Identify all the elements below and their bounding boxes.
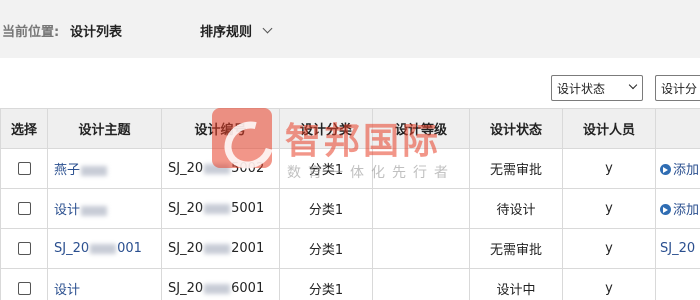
header-select: 选择: [0, 108, 48, 149]
header-actions: [655, 108, 700, 149]
person-cell: y: [562, 148, 656, 189]
sort-dropdown[interactable]: 排序规则: [200, 21, 273, 40]
category-select-value: 设计分: [661, 81, 698, 96]
arrow-right-circle-icon: [660, 164, 671, 175]
code-cell: SJ_20 6001: [161, 268, 280, 300]
category-select[interactable]: 设计分: [655, 75, 700, 101]
topic-link[interactable]: 设计: [54, 203, 80, 218]
list-panel: 设计状态 设计分 选择 设计主题 设计编号 设计分类 设计等级 设计状态 设计人…: [0, 58, 700, 300]
action-cell[interactable]: SJ_20: [655, 228, 700, 269]
person-cell: y: [562, 188, 656, 229]
topic-link[interactable]: 燕子: [54, 163, 80, 178]
code-prefix: SJ_20: [168, 201, 204, 216]
sort-label: 排序规则: [200, 25, 253, 40]
header-code[interactable]: 设计编号: [161, 108, 280, 149]
code-suffix: 2001: [231, 241, 265, 256]
level-cell: [372, 188, 470, 229]
category-cell: 分类1: [279, 268, 373, 300]
status-cell: 待设计: [469, 188, 563, 229]
table-row: SJ_20 001 SJ_20 2001 分类1 无需审批 y SJ_20: [0, 228, 700, 269]
row-checkbox[interactable]: [17, 162, 31, 175]
topic-suffix[interactable]: 001: [117, 241, 142, 256]
breadcrumb-current: 设计列表: [70, 25, 123, 40]
action-cell[interactable]: [655, 268, 700, 300]
redacted-text: [204, 243, 231, 254]
add-link[interactable]: 添加: [673, 203, 699, 218]
topic-cell: SJ_20 001: [47, 228, 162, 269]
category-cell: 分类1: [279, 228, 373, 269]
row-select-cell: [0, 148, 48, 189]
code-prefix: SJ_20: [168, 241, 204, 256]
status-cell: 设计中: [469, 268, 563, 300]
status-cell: 无需审批: [469, 148, 563, 189]
topic-cell: 燕子: [47, 148, 162, 189]
chevron-down-icon: [628, 80, 638, 90]
level-cell: [372, 148, 470, 189]
level-cell: [372, 228, 470, 269]
header-level[interactable]: 设计等级: [372, 108, 470, 149]
action-cell[interactable]: 添加: [655, 188, 700, 229]
category-cell: 分类1: [279, 148, 373, 189]
row-select-cell: [0, 188, 48, 229]
row-checkbox[interactable]: [17, 242, 31, 255]
redacted-text: [81, 205, 108, 216]
add-link[interactable]: 添加: [673, 163, 699, 178]
breadcrumb-label: 当前位置:: [2, 25, 60, 40]
status-cell: 无需审批: [469, 228, 563, 269]
status-select-value: 设计状态: [557, 81, 606, 96]
code-prefix: SJ_20: [168, 161, 204, 176]
redacted-text: [90, 243, 117, 254]
topic-link[interactable]: 设计: [54, 283, 80, 298]
header-category[interactable]: 设计分类: [279, 108, 373, 149]
redacted-text: [204, 203, 231, 214]
level-cell: [372, 268, 470, 300]
redacted-text: [81, 165, 108, 176]
row-select-cell: [0, 228, 48, 269]
code-cell: SJ_20 2001: [161, 228, 280, 269]
table-row: 燕子 SJ_20 5002 分类1 无需审批 y 添加: [0, 148, 700, 189]
code-prefix: SJ_20: [168, 281, 204, 296]
code-suffix: 5002: [231, 161, 265, 176]
action-cell[interactable]: 添加: [655, 148, 700, 189]
person-cell: y: [562, 228, 656, 269]
person-cell: y: [562, 268, 656, 300]
category-cell: 分类1: [279, 188, 373, 229]
design-table: 选择 设计主题 设计编号 设计分类 设计等级 设计状态 设计人员 燕子 SJ_2…: [0, 108, 700, 300]
table-header-row: 选择 设计主题 设计编号 设计分类 设计等级 设计状态 设计人员: [0, 108, 700, 149]
code-cell: SJ_20 5002: [161, 148, 280, 189]
header-status[interactable]: 设计状态: [469, 108, 563, 149]
code-suffix: 5001: [231, 201, 265, 216]
table-row: 设计 SJ_20 6001 分类1 设计中 y: [0, 268, 700, 300]
code-cell: SJ_20 5001: [161, 188, 280, 229]
topic-link[interactable]: SJ_20: [54, 241, 89, 256]
top-bar: 当前位置: 设计列表 排序规则: [0, 0, 700, 56]
row-select-cell: [0, 268, 48, 300]
row-checkbox[interactable]: [17, 282, 31, 295]
code-suffix: 6001: [231, 281, 265, 296]
filter-bar: 设计状态 设计分: [0, 58, 700, 108]
chevron-down-icon: [262, 23, 273, 34]
topic-cell: 设计: [47, 268, 162, 300]
table-row: 设计 SJ_20 5001 分类1 待设计 y 添加: [0, 188, 700, 229]
row-checkbox[interactable]: [17, 202, 31, 215]
redacted-text: [204, 283, 231, 294]
header-person[interactable]: 设计人员: [562, 108, 656, 149]
redacted-text: [204, 163, 231, 174]
status-select[interactable]: 设计状态: [551, 75, 643, 101]
header-topic[interactable]: 设计主题: [47, 108, 162, 149]
related-link[interactable]: SJ_20: [660, 241, 695, 256]
topic-cell: 设计: [47, 188, 162, 229]
arrow-right-circle-icon: [660, 204, 671, 215]
